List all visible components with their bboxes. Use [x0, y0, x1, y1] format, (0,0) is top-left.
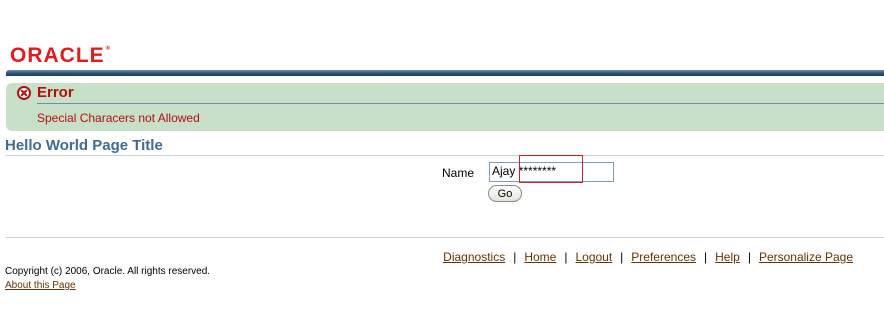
home-link[interactable]: Home: [524, 250, 556, 264]
title-divider: [5, 155, 884, 156]
logo-text: ORACLE: [10, 44, 105, 67]
footer-divider: [5, 237, 884, 238]
link-separator: |: [747, 250, 751, 264]
link-separator: |: [620, 250, 624, 264]
error-divider: [37, 103, 884, 104]
copyright-text: Copyright (c) 2006, Oracle. All rights r…: [5, 266, 211, 277]
help-link[interactable]: Help: [715, 250, 740, 264]
error-icon: [17, 86, 31, 100]
logout-link[interactable]: Logout: [575, 250, 612, 264]
link-separator: |: [513, 250, 517, 264]
highlight-box: [519, 155, 583, 183]
name-label: Name: [442, 166, 475, 180]
link-separator: |: [564, 250, 568, 264]
go-button[interactable]: Go: [488, 185, 522, 202]
oracle-logo: ORACLE®: [10, 44, 111, 68]
error-text: Special Characers not Allowed: [37, 111, 200, 125]
error-message-box: Error Special Characers not Allowed: [6, 83, 884, 131]
footer-links: Diagnostics | Home | Logout | Preferences | Help…: [443, 250, 853, 264]
error-title: Error: [37, 84, 74, 101]
link-separator: |: [704, 250, 708, 264]
brand-bar: [6, 70, 884, 76]
personalize-page-link[interactable]: Personalize Page: [759, 250, 853, 264]
diagnostics-link[interactable]: Diagnostics: [443, 250, 505, 264]
page-title: Hello World Page Title: [5, 137, 163, 154]
trademark-symbol: ®: [105, 46, 112, 52]
preferences-link[interactable]: Preferences: [631, 250, 696, 264]
about-page-link[interactable]: About this Page: [5, 280, 76, 291]
